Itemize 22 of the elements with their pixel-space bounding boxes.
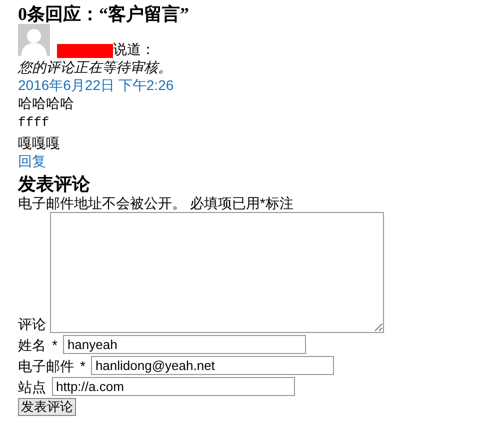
- comment-text: 嘎嘎嘎: [18, 134, 61, 152]
- text-field[interactable]: hanlidong@yeah.net: [91, 356, 334, 375]
- reply-link[interactable]: 回复: [18, 152, 46, 170]
- moderation-note: 您的评论正在等待审核。: [18, 58, 173, 76]
- comment-field[interactable]: [50, 212, 384, 333]
- text-field[interactable]: hanyeah: [63, 335, 306, 354]
- comment-label: 评论: [18, 315, 46, 333]
- required-mark: *: [80, 356, 86, 374]
- comment-date-link[interactable]: 2016年6月22日 下午2:26: [18, 76, 174, 94]
- comment-text: 哈哈哈哈: [18, 94, 75, 112]
- submit-button[interactable]: 发表评论: [18, 398, 76, 416]
- field-label: 姓名: [18, 336, 46, 354]
- comment-code-text: ffff: [18, 114, 50, 132]
- form-notes: 电子邮件地址不会被公开。 必填项已用*标注: [18, 194, 294, 212]
- field-label: 电子邮件: [18, 356, 74, 374]
- redaction-bar: [57, 44, 113, 58]
- field-label: 站点: [18, 378, 46, 396]
- form-title: 发表评论: [18, 174, 91, 194]
- required-mark: *: [52, 336, 58, 354]
- said-label: 说道：: [113, 40, 155, 58]
- text-field[interactable]: http://a.com: [52, 377, 295, 396]
- comments-title: 0条回应：“客户留言”: [18, 4, 190, 24]
